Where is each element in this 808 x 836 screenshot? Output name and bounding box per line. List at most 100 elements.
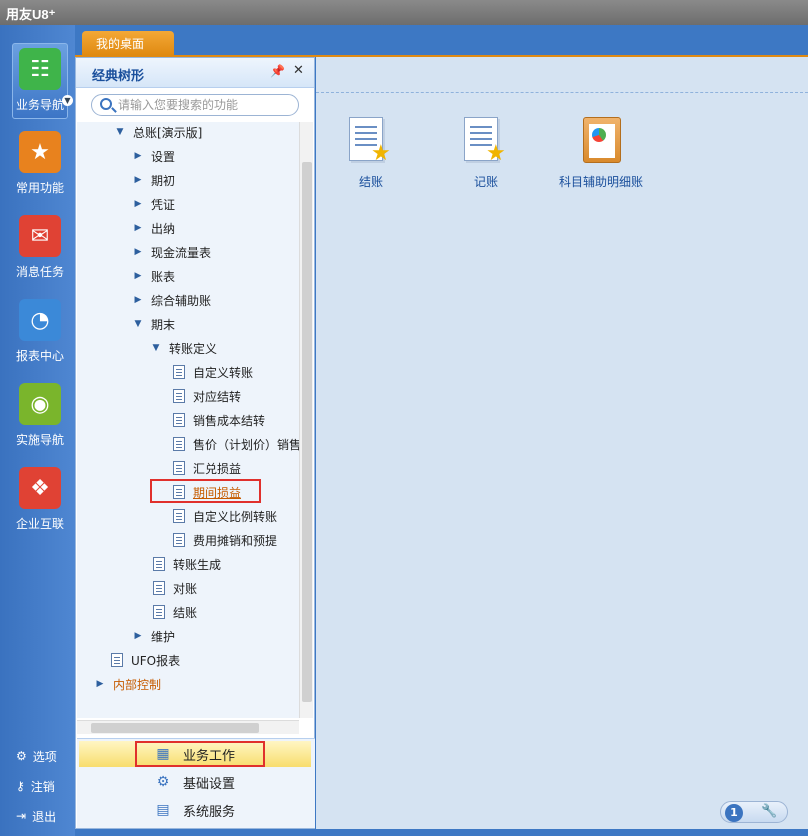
tree-leaf-custom-ratio-transfer[interactable]: 自定义比例转账 xyxy=(173,506,277,526)
module-label: 系统服务 xyxy=(183,804,236,820)
tree-node-opening[interactable]: ▶ 期初 xyxy=(133,170,175,190)
chevron-right-icon[interactable]: ▶ xyxy=(133,223,143,233)
document-icon xyxy=(173,413,185,427)
tile-label: 记账 xyxy=(473,175,498,189)
options-button[interactable]: ⚙ 选项 xyxy=(16,745,57,767)
tile-post-books[interactable]: ★ 记账 xyxy=(431,117,541,190)
chevron-down-icon[interactable]: ▼ xyxy=(151,343,161,353)
module-basic-settings[interactable]: ⚙ 基础设置 xyxy=(79,769,311,795)
nav-common-functions[interactable]: ★ 常用功能 xyxy=(12,127,68,203)
tree-node-cashier[interactable]: ▶ 出纳 xyxy=(133,218,175,238)
tree-node-label: 结账 xyxy=(173,605,198,620)
close-icon[interactable]: ✕ xyxy=(293,63,304,78)
chevron-right-icon[interactable]: ▶ xyxy=(133,631,143,641)
chevron-right-icon[interactable]: ▶ xyxy=(133,271,143,281)
tree-node-label: 转账定义 xyxy=(169,341,218,356)
chevron-down-icon[interactable]: ▼ xyxy=(133,319,143,329)
module-label: 基础设置 xyxy=(183,776,236,792)
document-icon xyxy=(173,437,185,451)
tile-close-books[interactable]: ★ 结账 xyxy=(316,117,426,190)
tile-account-aux-detail[interactable]: 科目辅助明细账 xyxy=(546,117,656,190)
exit-label: 退出 xyxy=(32,809,57,824)
exit-button[interactable]: ⇥ 退出 xyxy=(16,805,56,827)
tree-leaf-sale-price[interactable]: 售价（计划价）销售 xyxy=(173,434,299,454)
document-icon xyxy=(111,653,123,667)
document-star-icon: ★ xyxy=(349,117,393,167)
tree-leaf-close-books[interactable]: 结账 xyxy=(153,602,197,622)
options-label: 选项 xyxy=(32,749,57,764)
chevron-right-icon[interactable]: ▶ xyxy=(133,175,143,185)
tree-node-reports[interactable]: ▶ 账表 xyxy=(133,266,175,286)
tree-node-period-end[interactable]: ▼ 期末 xyxy=(133,314,175,334)
tree-node-label: 费用摊销和预提 xyxy=(193,533,278,548)
pin-icon[interactable]: 📌 xyxy=(270,64,285,78)
tree-header: 经典树形 📌 ✕ xyxy=(76,58,314,88)
tree-node-settings[interactable]: ▶ 设置 xyxy=(133,146,175,166)
nav-message-tasks[interactable]: ✉ 消息任务 xyxy=(12,211,68,287)
app-title: 用友U8⁺ xyxy=(6,7,56,22)
document-icon xyxy=(173,365,185,379)
tree-node-label: 期初 xyxy=(151,173,176,188)
vertical-scrollbar[interactable] xyxy=(299,122,313,718)
tree-node-label: 综合辅助账 xyxy=(151,293,212,308)
search-box xyxy=(91,94,299,116)
document-icon xyxy=(153,581,165,595)
tree-body: ▼ 总账[演示版] ▶ 设置 ▶ 期初 ▶ 凭证 ▶ 出纳 ▶ 现金流量表 ▶ 账表 ▶ 综合辅… xyxy=(77,122,299,718)
search-icon[interactable] xyxy=(100,98,112,110)
tree-leaf-reconcile[interactable]: 对账 xyxy=(153,578,197,598)
tree-node-voucher[interactable]: ▶ 凭证 xyxy=(133,194,175,214)
title-bar: 用友U8⁺ xyxy=(0,0,808,25)
tree-node-label: UFO报表 xyxy=(131,653,181,668)
search-input[interactable] xyxy=(118,97,293,113)
report-icon: ◔ xyxy=(19,299,61,341)
tree-node-transfer-def[interactable]: ▼ 转账定义 xyxy=(151,338,217,358)
chevron-down-icon[interactable]: ▼ xyxy=(115,127,125,137)
tree-node-label: 账表 xyxy=(151,269,176,284)
chevron-right-icon[interactable]: ▶ xyxy=(95,679,105,689)
tree-leaf-corresponding-carry[interactable]: 对应结转 xyxy=(173,386,241,406)
chevron-right-icon[interactable]: ▶ xyxy=(133,151,143,161)
tree-leaf-custom-transfer[interactable]: 自定义转账 xyxy=(173,362,253,382)
wrench-icon[interactable]: 🔧 xyxy=(761,804,777,819)
document-icon xyxy=(173,509,185,523)
nav-report-center[interactable]: ◔ 报表中心 xyxy=(12,295,68,371)
tab-my-desktop[interactable]: 我的桌面 xyxy=(82,31,174,55)
tree-leaf-transfer-generate[interactable]: 转账生成 xyxy=(153,554,221,574)
document-icon xyxy=(173,461,185,475)
page-number[interactable]: 1 xyxy=(725,804,743,822)
chevron-right-icon[interactable]: ▶ xyxy=(133,295,143,305)
tree-leaf-expense-amortization[interactable]: 费用摊销和预提 xyxy=(173,530,277,550)
tree-leaf-ufo-report[interactable]: UFO报表 xyxy=(111,650,180,670)
document-icon xyxy=(153,557,165,571)
tree-node-label: 自定义比例转账 xyxy=(193,509,278,524)
chevron-down-icon[interactable]: ▼ xyxy=(62,95,73,106)
nav-business-navigation[interactable]: ☷ 业务导航 xyxy=(12,43,68,119)
gear-icon: ⚙ xyxy=(16,749,27,763)
system-service-icon: ▤ xyxy=(156,802,170,818)
nav-label: 业务导航 xyxy=(15,98,64,112)
tree-node-label: 总账[演示版] xyxy=(133,125,203,140)
horizontal-scrollbar[interactable] xyxy=(77,720,299,734)
tree-node-maintenance[interactable]: ▶ 维护 xyxy=(133,626,175,646)
tree-title: 经典树形 xyxy=(92,69,145,84)
chevron-right-icon[interactable]: ▶ xyxy=(133,199,143,209)
tree-node-aux-ledger[interactable]: ▶ 综合辅助账 xyxy=(133,290,211,310)
tree-node-label: 出纳 xyxy=(151,221,176,236)
scroll-thumb[interactable] xyxy=(302,162,312,702)
tree-node-label: 内部控制 xyxy=(113,677,162,692)
tree-node-internal-control[interactable]: ▶ 内部控制 xyxy=(95,674,161,694)
tree-node-label: 销售成本结转 xyxy=(193,413,266,428)
tree-node-cashflow[interactable]: ▶ 现金流量表 xyxy=(133,242,211,262)
module-menu: ▦ 业务工作 ⚙ 基础设置 ▤ 系统服务 xyxy=(77,738,315,828)
scroll-thumb[interactable] xyxy=(91,723,259,733)
tree-leaf-sales-cost-carry[interactable]: 销售成本结转 xyxy=(173,410,265,430)
logout-button[interactable]: ⚷ 注销 xyxy=(16,775,55,797)
tree-leaf-exchange-gain-loss[interactable]: 汇兑损益 xyxy=(173,458,241,478)
tree-node-label: 现金流量表 xyxy=(151,245,212,260)
module-system-service[interactable]: ▤ 系统服务 xyxy=(79,797,311,823)
nav-enterprise-connect[interactable]: ❖ 企业互联 xyxy=(12,463,68,539)
tile-label: 科目辅助明细账 xyxy=(558,175,643,189)
nav-implementation[interactable]: ◉ 实施导航 xyxy=(12,379,68,455)
chevron-right-icon[interactable]: ▶ xyxy=(133,247,143,257)
tree-node-general-ledger[interactable]: ▼ 总账[演示版] xyxy=(115,122,203,142)
